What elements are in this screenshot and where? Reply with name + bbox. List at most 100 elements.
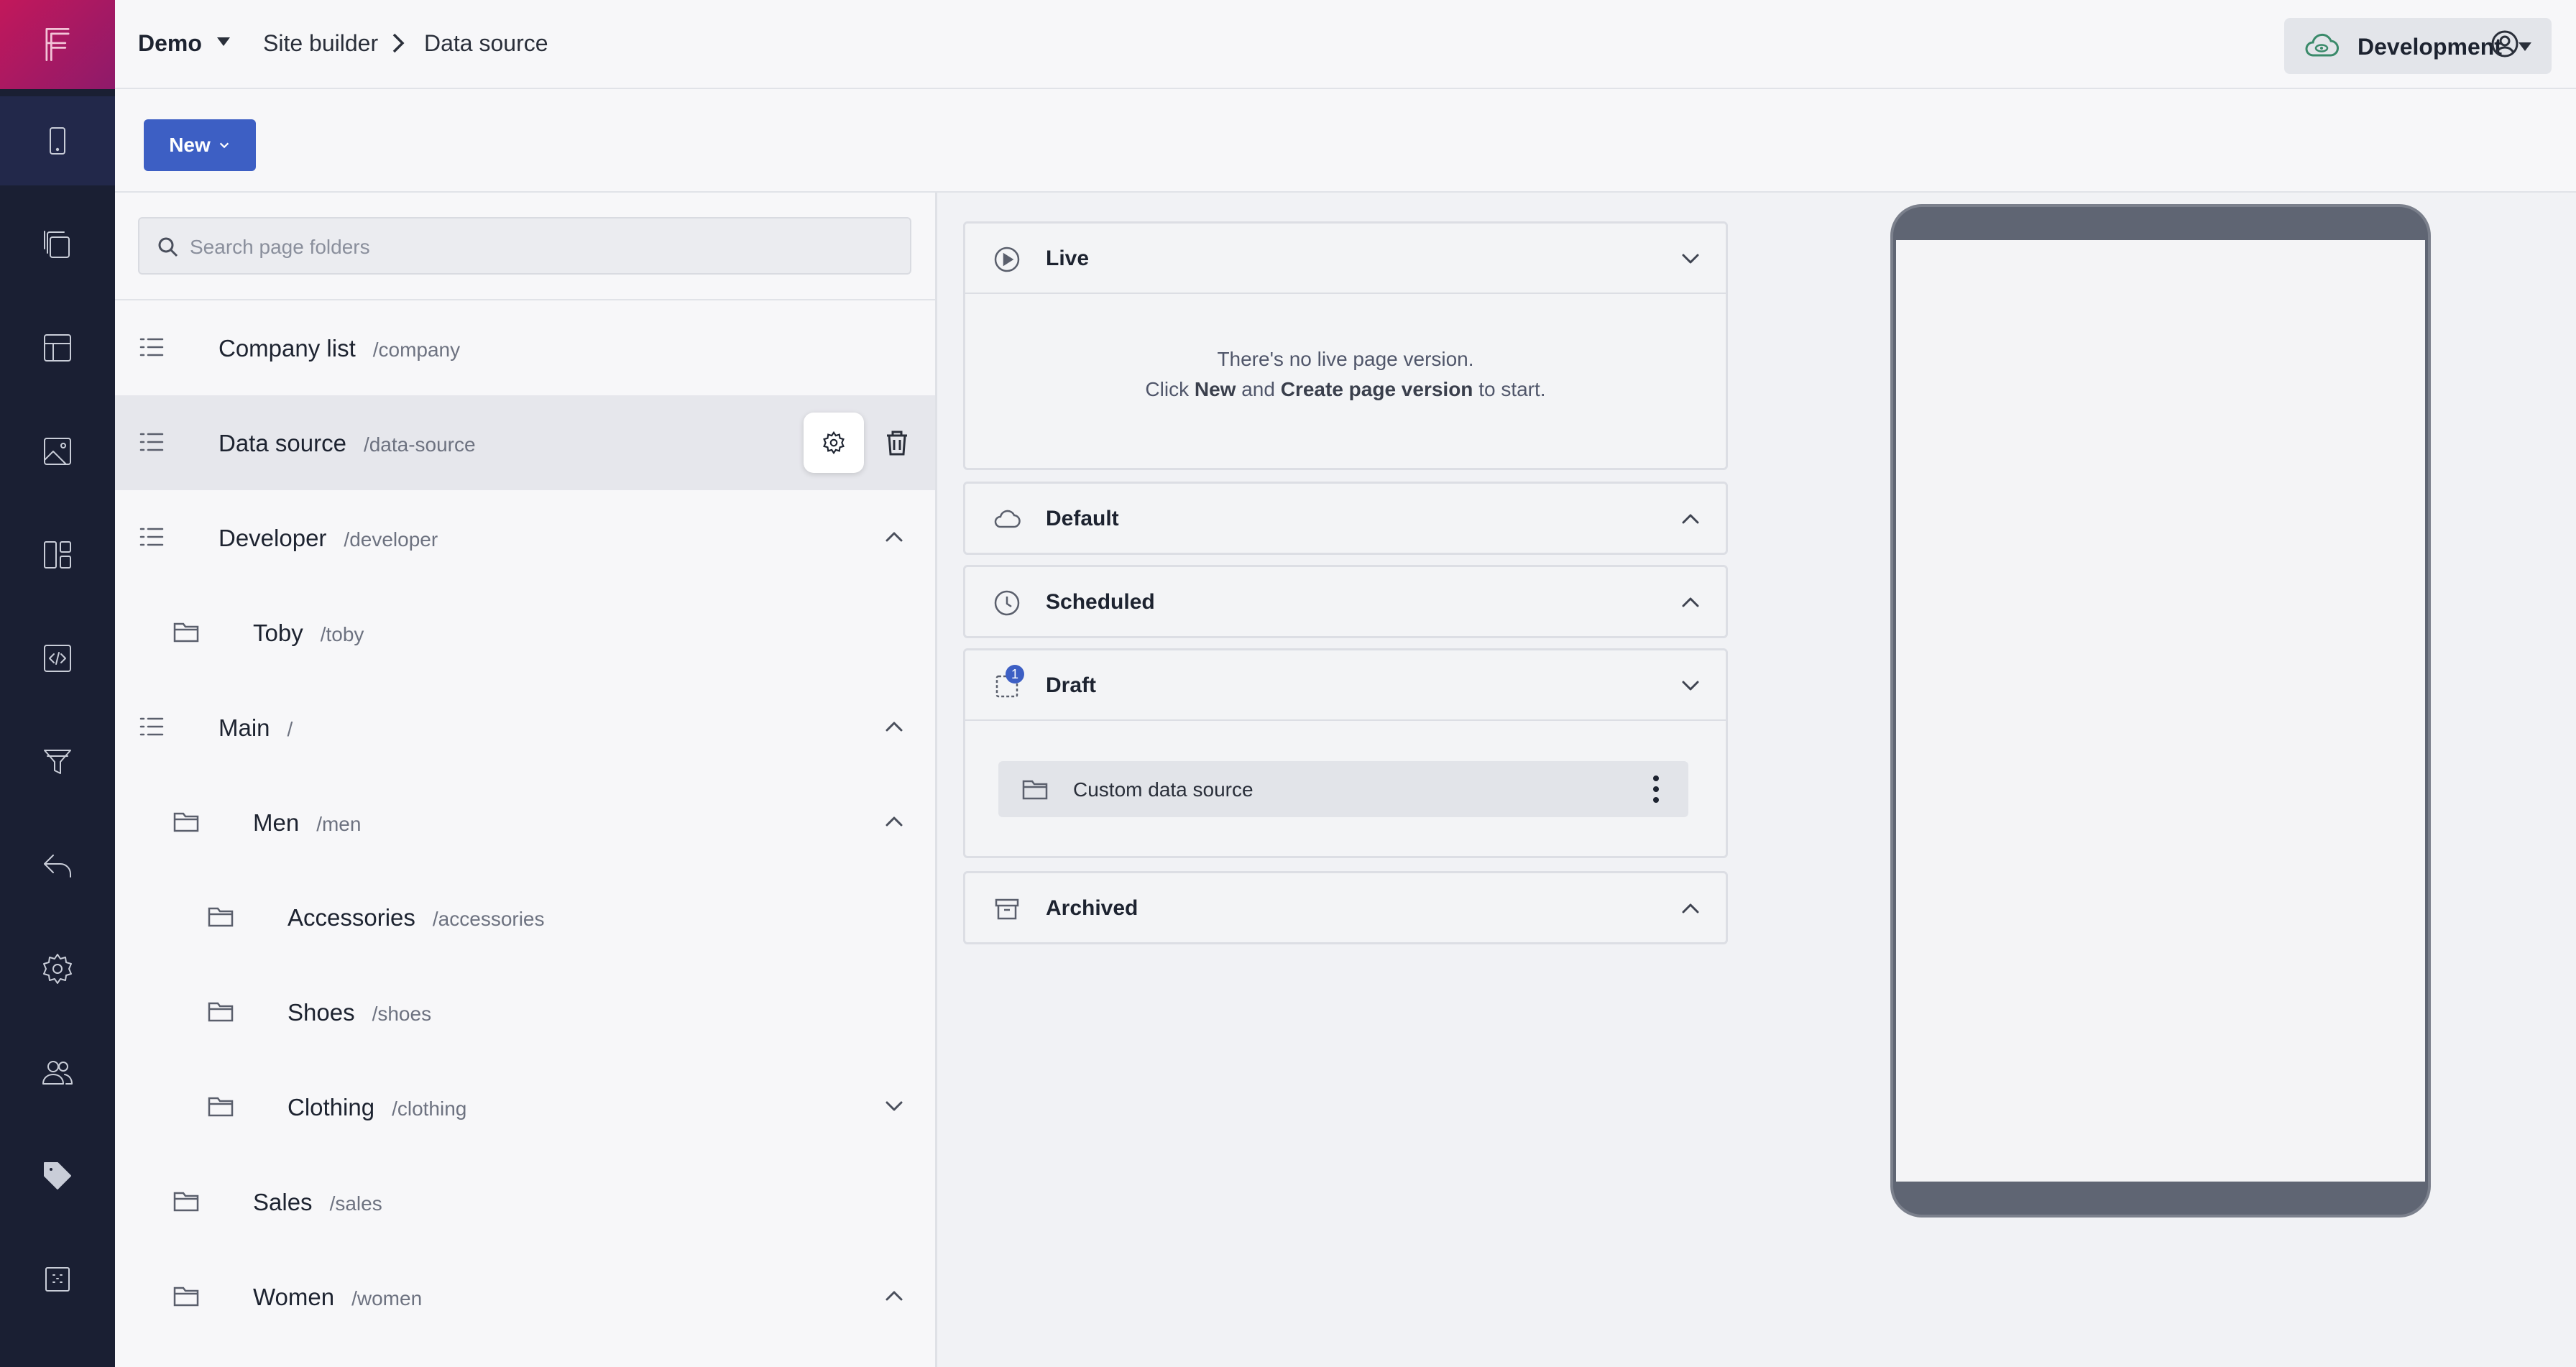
cloud-eye-icon <box>2305 33 2339 57</box>
row-settings-button[interactable] <box>804 413 864 473</box>
tree-row-clothing[interactable]: Clothing/clothing <box>115 1059 935 1154</box>
tree-row-men[interactable]: Men/men <box>115 775 935 870</box>
rail-code-icon[interactable] <box>0 614 115 703</box>
chevron-up-icon[interactable] <box>1677 505 1704 533</box>
tree-row-name: Toby <box>253 620 303 646</box>
live-section: Live There's no live page version. Click… <box>963 221 1728 470</box>
breadcrumb-site-builder[interactable]: Site builder <box>263 30 378 57</box>
tree-row-name: Men <box>253 809 300 836</box>
archive-icon <box>993 895 1021 924</box>
live-empty-state: There's no live page version. Click New … <box>965 293 1726 468</box>
trash-icon[interactable] <box>881 427 913 459</box>
rail-tag-icon[interactable] <box>0 1131 115 1220</box>
chevron-down-icon[interactable] <box>880 1092 908 1120</box>
account-icon[interactable] <box>2490 29 2520 59</box>
chevron-down-icon[interactable] <box>1677 245 1704 272</box>
default-section[interactable]: Default <box>963 482 1728 555</box>
tree-row-company-list[interactable]: Company list/company <box>115 300 935 395</box>
breadcrumb-chevron-icon <box>392 33 405 53</box>
play-icon <box>993 245 1021 274</box>
tree-row-name: Company list <box>218 335 356 362</box>
folder-icon <box>172 1282 200 1310</box>
draft-version-item[interactable]: Custom data source <box>998 761 1688 817</box>
draft-section-header[interactable]: 1 Draft <box>965 650 1726 719</box>
folder-icon <box>207 1092 234 1120</box>
draft-count-badge: 1 <box>1006 665 1024 684</box>
live-section-header[interactable]: Live <box>965 224 1726 293</box>
tree-row-toby[interactable]: Toby/toby <box>115 585 935 680</box>
top-bar: Demo Site builder Data source Developmen… <box>115 0 2576 89</box>
folder-icon <box>172 808 200 835</box>
tree-row-name: Women <box>253 1284 335 1310</box>
chevron-up-icon[interactable] <box>1677 589 1704 616</box>
environment-label: Development <box>2358 34 2502 60</box>
rail-gear-icon[interactable] <box>0 924 115 1013</box>
chevron-up-icon[interactable] <box>880 1282 908 1310</box>
tree-row-name: Data source <box>218 430 346 456</box>
create-page-version-keyword: Create page version <box>1280 378 1473 400</box>
tree-row-path: / <box>287 718 293 740</box>
folder-icon <box>1022 780 1048 800</box>
new-keyword: New <box>1194 378 1236 400</box>
tree-row-name: Clothing <box>288 1094 375 1120</box>
tree-row-women[interactable]: Women/women <box>115 1249 935 1344</box>
tree-row-path: /toby <box>320 623 364 645</box>
chevron-up-icon[interactable] <box>880 523 908 551</box>
workspace-dropdown-icon[interactable] <box>217 37 230 46</box>
tree-row-name: Sales <box>253 1189 313 1215</box>
folder-icon <box>172 1187 200 1215</box>
rail-layout-icon[interactable] <box>0 303 115 392</box>
tree-row-path: /men <box>316 813 362 835</box>
tree-row-sales[interactable]: Sales/sales <box>115 1154 935 1249</box>
chevron-up-icon[interactable] <box>880 713 908 740</box>
rail-users-icon[interactable] <box>0 1028 115 1117</box>
tree-row-path: /developer <box>344 528 438 551</box>
scheduled-title: Scheduled <box>1046 590 1155 614</box>
rail-undo-icon[interactable] <box>0 821 115 910</box>
empty-message: There's no live page version. <box>1217 348 1474 370</box>
tree-row-developer[interactable]: Developer/developer <box>115 490 935 585</box>
page-tree-panel: Search page folders Company list/company… <box>115 193 937 1367</box>
tree-row-path: /clothing <box>392 1097 467 1120</box>
gear-icon <box>823 431 845 455</box>
search-icon <box>158 237 178 257</box>
toolbar: New <box>115 89 2576 193</box>
rail-image-icon[interactable] <box>0 407 115 496</box>
rail-mobile-icon[interactable] <box>0 96 115 185</box>
list-icon <box>138 333 165 361</box>
tree-row-path: /accessories <box>432 908 545 930</box>
archived-section[interactable]: Archived <box>963 871 1728 944</box>
tree-row-path: /data-source <box>363 433 476 456</box>
chevron-down-icon[interactable] <box>1677 672 1704 699</box>
tree-row-accessories[interactable]: Accessories/accessories <box>115 870 935 965</box>
draft-section: 1 Draft Custom data source <box>963 648 1728 858</box>
nav-rail <box>0 0 115 1367</box>
search-placeholder: Search page folders <box>190 236 370 258</box>
app-logo[interactable] <box>0 0 115 89</box>
chevron-down-icon <box>219 142 229 149</box>
more-options-icon[interactable] <box>1652 774 1660 804</box>
search-input[interactable]: Search page folders <box>138 217 911 275</box>
rail-components-icon[interactable] <box>0 510 115 599</box>
tree-row-main[interactable]: Main / <box>115 680 935 775</box>
rail-apps-icon[interactable] <box>0 1235 115 1324</box>
rail-filter-icon[interactable] <box>0 717 115 806</box>
rail-pages-icon[interactable] <box>0 200 115 289</box>
device-screen <box>1896 240 2425 1182</box>
chevron-up-icon[interactable] <box>880 808 908 835</box>
tree-row-path: /company <box>372 339 461 361</box>
workspace-name[interactable]: Demo <box>138 30 202 57</box>
new-button[interactable]: New <box>144 119 256 171</box>
folder-icon <box>207 998 234 1025</box>
chevron-up-icon[interactable] <box>1677 895 1704 922</box>
list-icon <box>138 428 165 456</box>
folder-icon <box>172 618 200 645</box>
cloud-icon <box>993 505 1021 534</box>
archived-title: Archived <box>1046 896 1138 920</box>
tree-row-name: Main <box>218 714 270 741</box>
default-title: Default <box>1046 507 1119 530</box>
scheduled-section[interactable]: Scheduled <box>963 565 1728 638</box>
tree-row-data-source[interactable]: Data source/data-source <box>115 395 935 490</box>
tree-row-shoes[interactable]: Shoes/shoes <box>115 965 935 1059</box>
draft-title: Draft <box>1046 673 1097 697</box>
